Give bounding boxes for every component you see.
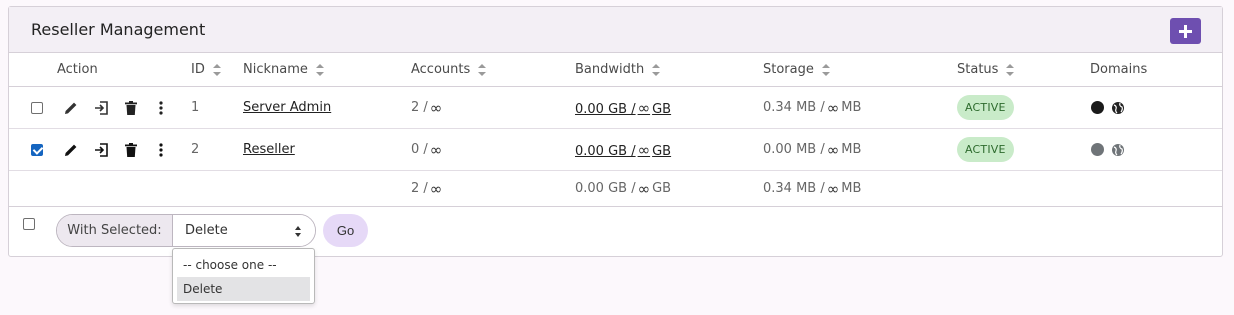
- login-icon: [95, 100, 108, 115]
- row-checkbox[interactable]: [31, 101, 43, 114]
- row-id: 2: [191, 142, 200, 157]
- bulk-action-select[interactable]: Delete: [173, 215, 315, 246]
- table-row: 1 Server Admin 2 /∞ 0.00 GB / ∞ GB 0.34 MB…: [9, 87, 1222, 129]
- pencil-icon: [65, 144, 77, 156]
- edit-button[interactable]: [56, 101, 86, 115]
- row-checkbox[interactable]: [31, 143, 43, 156]
- header-storage[interactable]: Storage: [763, 53, 830, 86]
- bulk-action-group: With Selected: Delete: [56, 214, 316, 247]
- with-selected-label: With Selected:: [57, 215, 173, 246]
- total-accounts: 2 /∞: [411, 179, 443, 198]
- bulk-action-dropdown: -- choose one -- Delete: [172, 248, 315, 304]
- sort-icon: [478, 63, 487, 76]
- trash-icon: [125, 100, 137, 115]
- pencil-icon: [65, 102, 77, 114]
- login-as-button[interactable]: [86, 142, 116, 157]
- infinity-icon: ∞: [429, 98, 443, 117]
- dropdown-option[interactable]: Delete: [177, 277, 310, 301]
- status-badge: ACTIVE: [957, 95, 1014, 120]
- domain-status-dot: [1091, 143, 1104, 156]
- sort-icon: [1006, 63, 1015, 76]
- sort-icon: [212, 63, 221, 76]
- nickname-link[interactable]: Reseller: [243, 142, 295, 157]
- plus-icon: [1179, 24, 1192, 38]
- accounts-value: 0 /∞: [411, 140, 443, 159]
- table-row: 2 Reseller 0 /∞ 0.00 GB / ∞ GB 0.00 MB / ∞ M…: [9, 129, 1222, 171]
- infinity-icon: ∞: [826, 140, 840, 159]
- header-domains: Domains: [1090, 62, 1148, 77]
- infinity-icon: ∞: [826, 179, 840, 198]
- more-options-button[interactable]: [146, 100, 176, 115]
- go-button[interactable]: Go: [323, 214, 368, 247]
- sort-icon: [652, 63, 661, 76]
- total-bandwidth: 0.00 GB / ∞ GB: [575, 179, 672, 198]
- trash-icon: [125, 142, 137, 157]
- nickname-link[interactable]: Server Admin: [243, 100, 331, 115]
- sort-icon: [821, 63, 830, 76]
- globe-icon[interactable]: [1111, 101, 1125, 115]
- header-id[interactable]: ID: [191, 53, 221, 86]
- add-reseller-button[interactable]: [1170, 18, 1201, 44]
- status-badge: ACTIVE: [957, 137, 1014, 162]
- header-accounts[interactable]: Accounts: [411, 53, 487, 86]
- row-id: 1: [191, 100, 200, 115]
- more-options-button[interactable]: [146, 142, 176, 157]
- infinity-icon: ∞: [637, 179, 651, 198]
- infinity-icon: ∞: [429, 179, 443, 198]
- globe-icon[interactable]: [1111, 143, 1125, 157]
- header-action: Action: [57, 62, 98, 77]
- infinity-icon: ∞: [429, 140, 443, 159]
- accounts-value: 2 /∞: [411, 98, 443, 117]
- more-vertical-icon: [159, 142, 163, 157]
- login-icon: [95, 142, 108, 157]
- total-storage: 0.34 MB / ∞ MB: [763, 179, 862, 198]
- login-as-button[interactable]: [86, 100, 116, 115]
- header-status[interactable]: Status: [957, 53, 1015, 86]
- bandwidth-value[interactable]: 0.00 GB / ∞ GB: [575, 87, 671, 128]
- select-all-checkbox[interactable]: [23, 218, 35, 230]
- bandwidth-value[interactable]: 0.00 GB / ∞ GB: [575, 129, 671, 170]
- more-vertical-icon: [159, 100, 163, 115]
- delete-button[interactable]: [116, 142, 146, 157]
- select-arrows-icon: [295, 226, 302, 237]
- storage-value: 0.00 MB / ∞ MB: [763, 140, 862, 159]
- delete-button[interactable]: [116, 100, 146, 115]
- header-nickname[interactable]: Nickname: [243, 53, 324, 86]
- table-header: Action ID Nickname Accounts Bandwidth St…: [9, 53, 1222, 87]
- domain-status-dot: [1091, 101, 1104, 114]
- infinity-icon: ∞: [637, 140, 651, 159]
- infinity-icon: ∞: [826, 98, 840, 117]
- header-bandwidth[interactable]: Bandwidth: [575, 53, 661, 86]
- totals-row: 2 /∞ 0.00 GB / ∞ GB 0.34 MB / ∞ MB: [9, 171, 1222, 207]
- storage-value: 0.34 MB / ∞ MB: [763, 98, 862, 117]
- edit-button[interactable]: [56, 143, 86, 157]
- page-title: Reseller Management: [31, 20, 206, 39]
- infinity-icon: ∞: [637, 98, 651, 117]
- dropdown-option[interactable]: -- choose one --: [177, 253, 310, 277]
- sort-icon: [315, 63, 324, 76]
- card-header: Reseller Management: [9, 7, 1222, 53]
